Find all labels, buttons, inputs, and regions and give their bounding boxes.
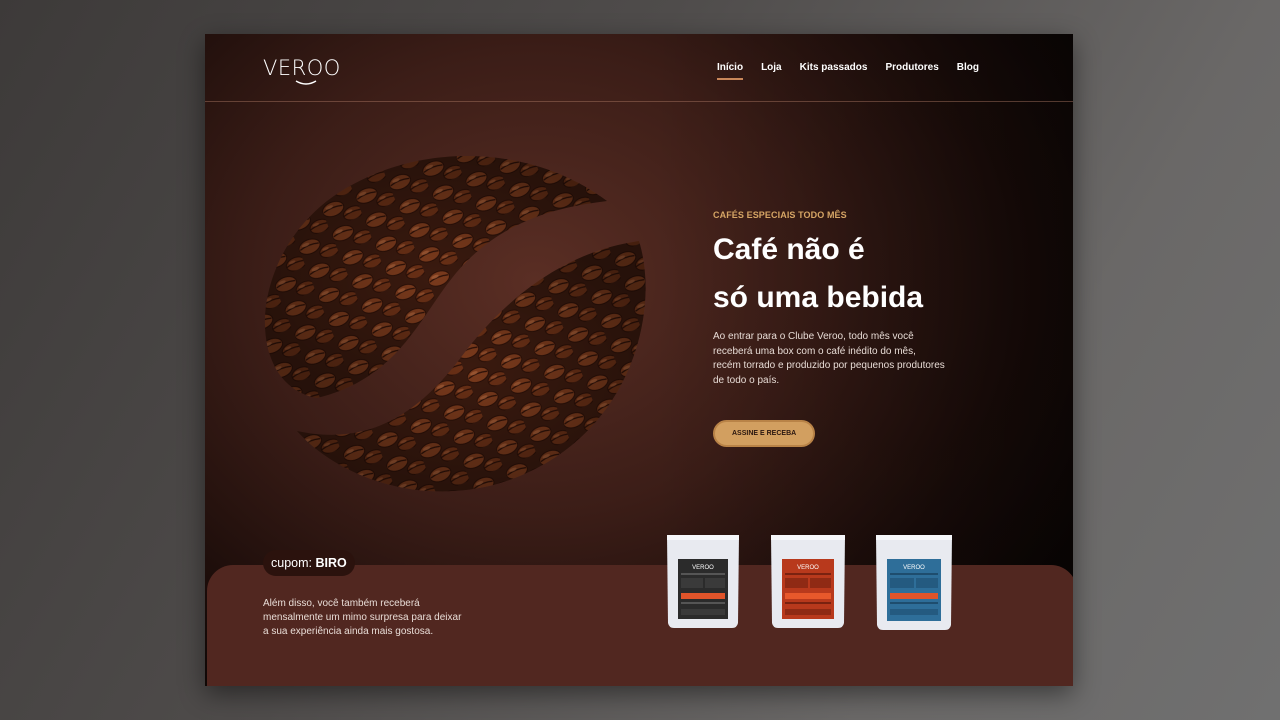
subscribe-button[interactable]: ASSINE E RECEBA [713,420,816,447]
hero-eyebrow: CAFÉS ESPECIAIS TODO MÊS [713,210,847,220]
nav-kits-passados[interactable]: Kits passados [800,62,868,73]
site-header: VEROO Início Loja Kits passados Produtor… [205,34,1073,102]
nav-produtores[interactable]: Produtores [885,62,938,73]
logo-text: VEROO [263,56,341,80]
hero-title-line-2: só uma bebida [713,281,924,314]
nav-loja[interactable]: Loja [761,62,782,73]
nav-blog[interactable]: Blog [957,62,979,73]
logo-swoosh-icon [295,80,317,85]
coffee-bag-icon[interactable]: VEROO [873,531,955,633]
coffee-bean-image [264,156,646,492]
hero-section: CAFÉS ESPECIAIS TODO MÊS Café não é só u… [713,210,973,447]
veroo-logo[interactable]: VEROO [263,56,341,80]
promo-text: Além disso, você também receberá mensalm… [263,598,462,637]
bag-3-brand: VEROO [903,565,925,571]
coupon-prefix: cupom: [271,556,316,570]
bag-2-brand: VEROO [797,565,819,571]
hero-description: Ao entrar para o Clube Veroo, todo mês v… [713,331,945,386]
nav-inicio[interactable]: Início [716,62,744,80]
coupon-code: BIRO [315,556,347,570]
coupon-badge: cupom: BIRO [263,550,355,576]
landing-page: VEROO Início Loja Kits passados Produtor… [205,34,1073,686]
main-nav: Início Loja Kits passados Produtores Blo… [716,62,979,80]
hero-title: Café não é só uma bebida [713,226,973,322]
coffee-bag-icon[interactable]: VEROO [664,531,742,631]
coffee-bag-icon[interactable]: VEROO [768,531,848,631]
bag-1-brand: VEROO [692,565,714,571]
hero-title-line-1: Café não é [713,233,865,266]
